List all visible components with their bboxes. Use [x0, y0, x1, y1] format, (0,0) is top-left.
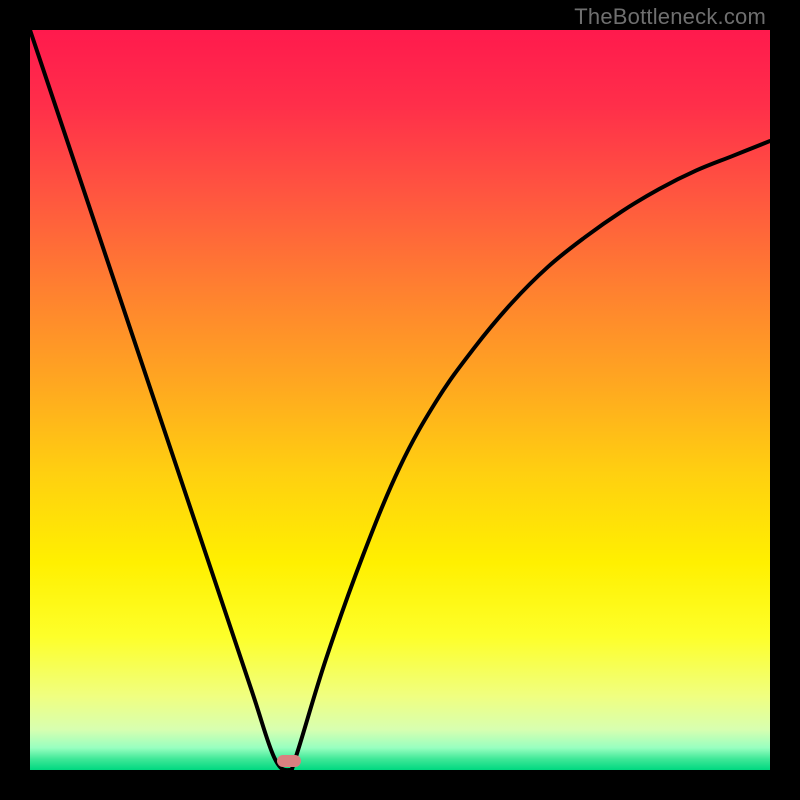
optimal-marker [277, 755, 301, 767]
watermark-text: TheBottleneck.com [574, 4, 766, 30]
background-gradient [30, 30, 770, 770]
plot-area [30, 30, 770, 770]
chart-frame: TheBottleneck.com [0, 0, 800, 800]
